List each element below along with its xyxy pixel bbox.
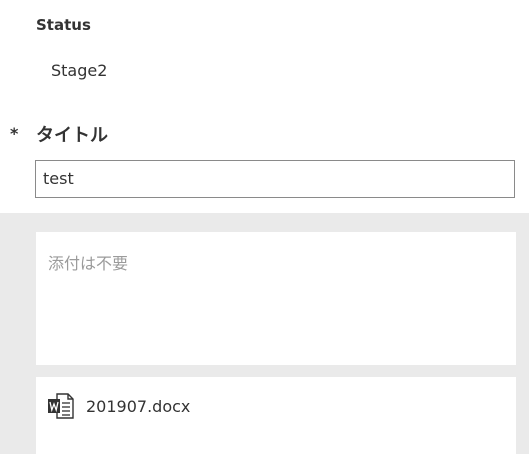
attachments-section: 添付は不要 201907.docx — [0, 213, 529, 454]
title-input[interactable] — [35, 160, 515, 198]
title-label: タイトル — [36, 125, 108, 146]
word-document-icon — [47, 393, 75, 419]
attachment-file-name[interactable]: 201907.docx — [86, 397, 190, 416]
attachment-note-placeholder: 添付は不要 — [48, 254, 129, 273]
form-panel: Status Stage2 * タイトル 添付は不要 201907.docx — [0, 0, 529, 454]
attachment-file-item[interactable]: 201907.docx — [36, 377, 516, 454]
status-label: Status — [36, 16, 91, 34]
attachment-note-field[interactable]: 添付は不要 — [36, 232, 516, 365]
status-value: Stage2 — [51, 61, 108, 80]
required-marker: * — [10, 124, 19, 143]
